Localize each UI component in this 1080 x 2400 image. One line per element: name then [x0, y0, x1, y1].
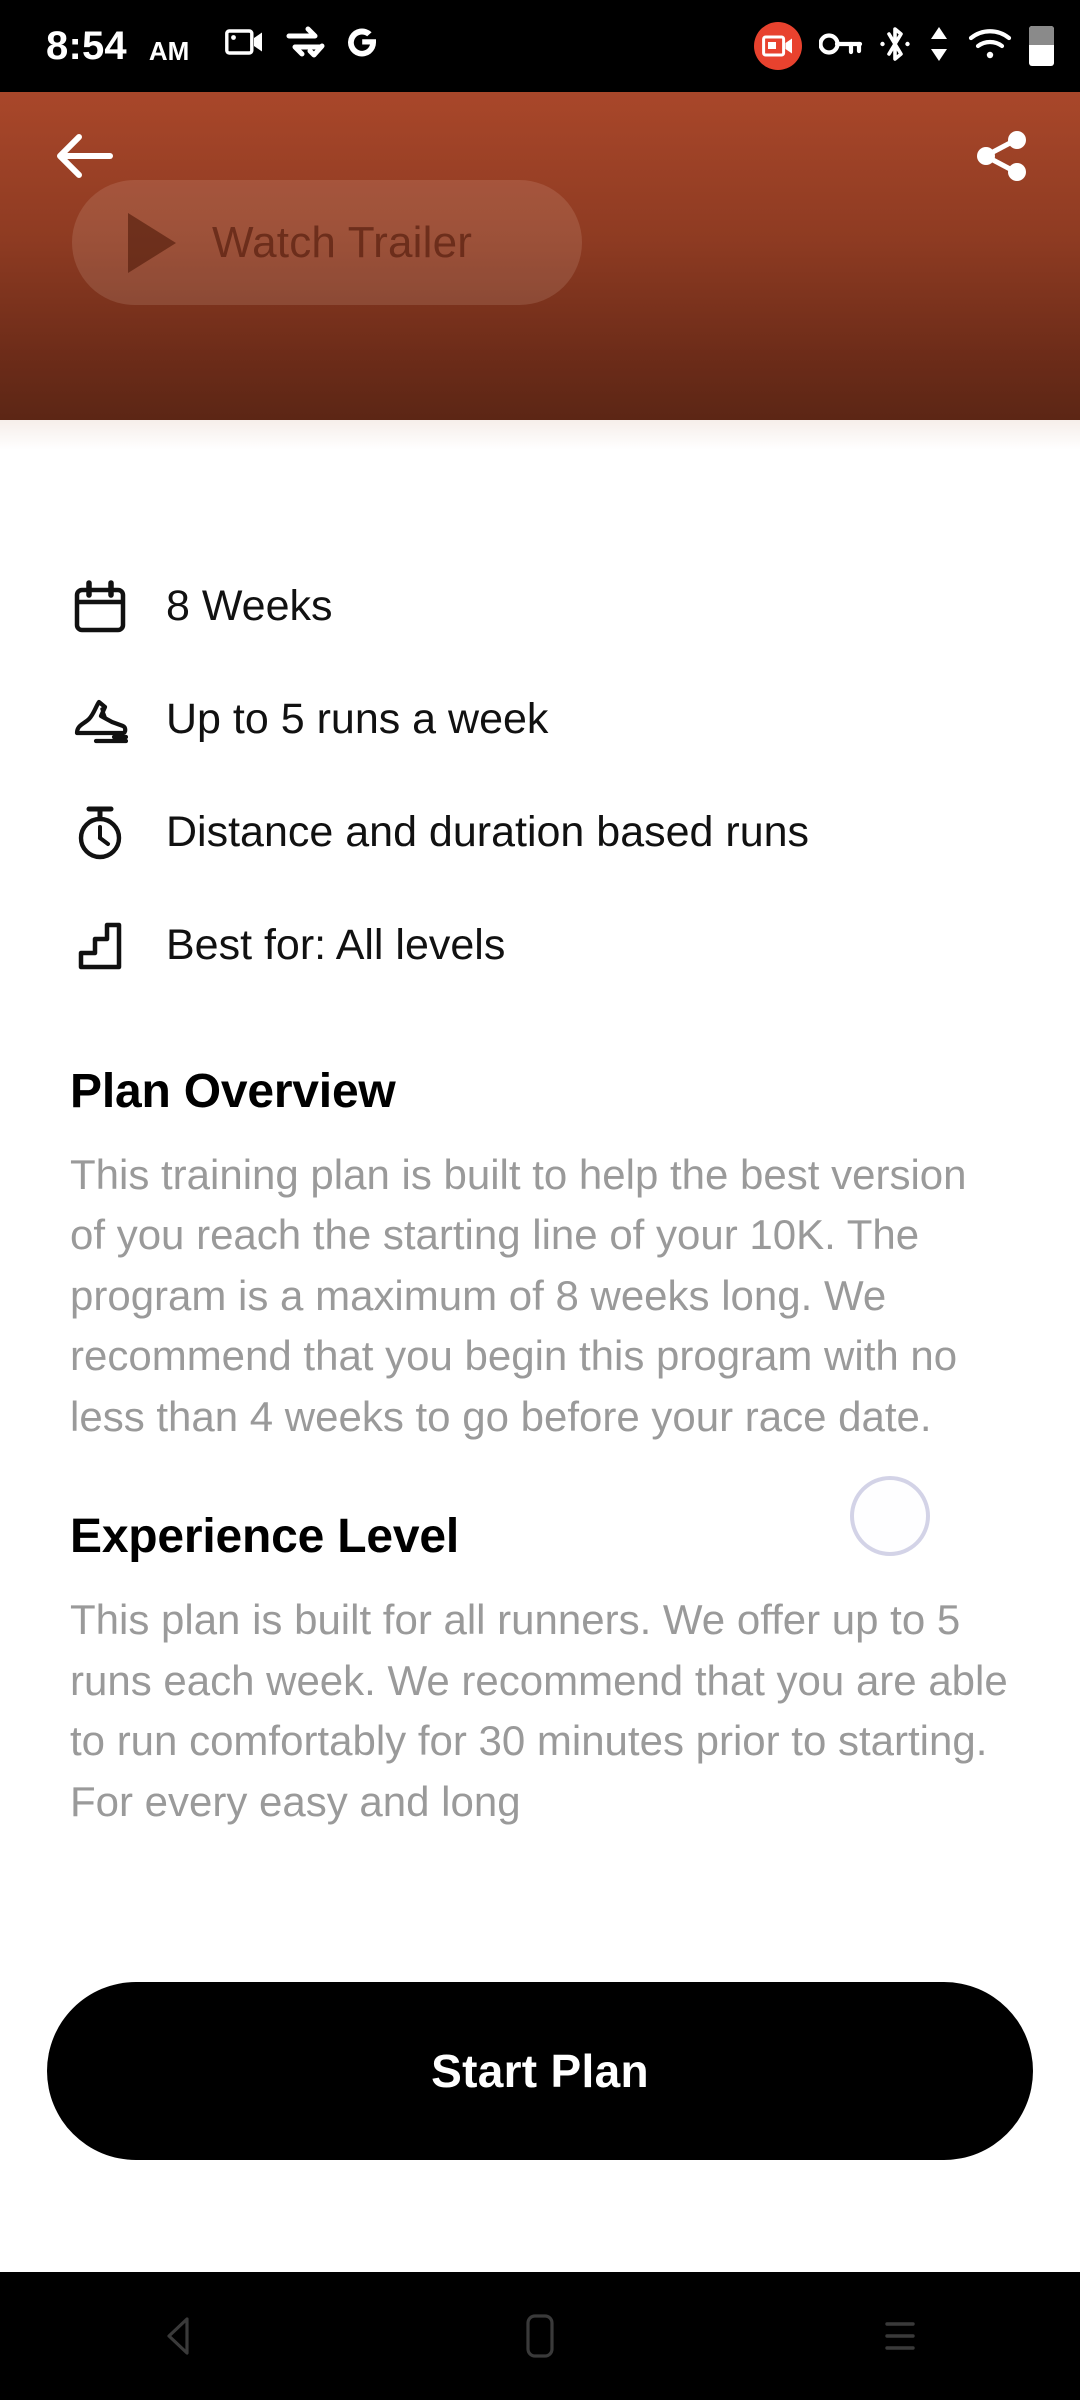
- list-item-label: Distance and duration based runs: [166, 807, 810, 856]
- status-bar-right: [754, 22, 1054, 70]
- wifi-icon: [968, 27, 1012, 66]
- start-plan-button[interactable]: Start Plan: [47, 1982, 1033, 2160]
- hero-bottom-fade: [0, 420, 1080, 450]
- section-experience-level: Experience Level This plan is built for …: [70, 1509, 1010, 1832]
- plan-detail-content: 8 Weeks Up to 5 runs a week Distance and…: [0, 450, 1080, 1832]
- status-bar: 8:54 AM: [0, 0, 1080, 92]
- system-nav-bar: [0, 2272, 1080, 2400]
- vpn-swap-icon: [285, 26, 325, 63]
- status-bar-clock: 8:54: [46, 24, 127, 68]
- back-arrow-icon: [57, 134, 113, 178]
- watch-trailer-label: Watch Trailer: [212, 217, 473, 267]
- plan-spec-list: 8 Weeks Up to 5 runs a week Distance and…: [70, 550, 1010, 1002]
- back-nav-icon: [167, 2317, 189, 2355]
- video-camera-icon: [225, 27, 265, 62]
- play-icon: [128, 212, 176, 273]
- list-item-label: Best for: All levels: [166, 920, 506, 969]
- stopwatch-icon: [70, 803, 130, 863]
- bluetooth-icon: [880, 24, 910, 69]
- running-shoe-icon: [70, 690, 130, 750]
- touch-indicator: [850, 1476, 930, 1556]
- data-transfer-icon: [927, 24, 951, 69]
- list-item: Distance and duration based runs: [70, 776, 1010, 889]
- section-body-text: This plan is built for all runners. We o…: [70, 1596, 1008, 1825]
- stairs-level-icon: [70, 916, 130, 976]
- share-icon: [977, 131, 1026, 181]
- back-nav-button[interactable]: [110, 2286, 250, 2386]
- recents-nav-icon: [885, 2322, 915, 2350]
- list-item-label: 8 Weeks: [166, 581, 333, 630]
- list-item: Up to 5 runs a week: [70, 663, 1010, 776]
- share-button[interactable]: [966, 120, 1038, 192]
- list-item-label: Up to 5 runs a week: [166, 694, 549, 743]
- status-bar-left: 8:54 AM: [46, 26, 379, 66]
- list-item: Best for: All levels: [70, 889, 1010, 1002]
- section-plan-overview: Plan Overview This training plan is buil…: [70, 1064, 1010, 1447]
- page-title: Plan Overview: [70, 1065, 396, 1118]
- status-bar-left-icon-group: [225, 25, 379, 64]
- section-body-text: This training plan is built to help the …: [70, 1151, 967, 1440]
- home-nav-icon: [526, 2314, 554, 2358]
- screen-record-badge-icon: [754, 22, 802, 70]
- calendar-icon: [70, 577, 130, 637]
- status-bar-meridiem: AM: [148, 36, 190, 66]
- hero-header: Watch Trailer: [0, 92, 1080, 420]
- sticky-cta-container: Start Plan: [0, 1982, 1080, 2160]
- vpn-key-icon: [818, 31, 863, 62]
- home-nav-button[interactable]: [470, 2286, 610, 2386]
- recents-nav-button[interactable]: [830, 2286, 970, 2386]
- back-button[interactable]: [48, 120, 120, 192]
- watch-trailer-button[interactable]: Watch Trailer: [72, 180, 582, 305]
- battery-icon: [1029, 26, 1054, 66]
- google-g-icon: [345, 25, 379, 64]
- list-item: 8 Weeks: [70, 550, 1010, 663]
- app-screen: 8:54 AM Watch Trailer 8 Weeks Up to 5 ru…: [0, 0, 1080, 2400]
